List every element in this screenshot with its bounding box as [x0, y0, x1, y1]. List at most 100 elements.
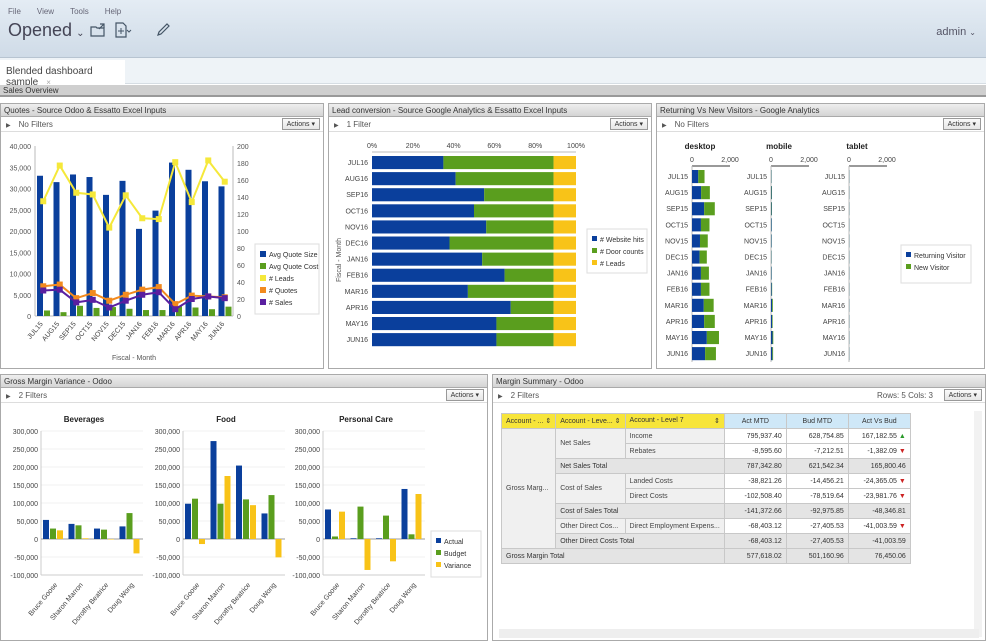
act-mtd-cell: -68,403.12 [724, 534, 786, 549]
y2-tick-label: 60 [237, 263, 245, 270]
filter-label[interactable]: 2 Filters [19, 391, 47, 400]
filter-label[interactable]: 1 Filter [347, 120, 371, 129]
y2-tick-label: 200 [237, 144, 249, 151]
bar-returning-visitor [771, 347, 772, 360]
act-mtd-cell: -102,508.40 [724, 489, 786, 504]
opened-dropdown[interactable]: Opened⌄ [8, 20, 84, 41]
column-header-account-level-7[interactable]: Account - Level 7 ⇕ [625, 414, 724, 429]
filter-label[interactable]: No Filters [19, 120, 53, 129]
bud-mtd-cell: 501,160.96 [786, 549, 848, 564]
vertical-scrollbar[interactable] [974, 411, 982, 637]
column-header-act-vs-bud[interactable]: Act Vs Bud [848, 414, 910, 429]
x-tick-label: 0 [690, 157, 694, 164]
column-header-account[interactable]: Account - ... ⇕ [502, 414, 556, 429]
bar-avg-quote-cost [226, 307, 232, 316]
expand-triangle-icon[interactable]: ▶ [498, 394, 503, 400]
filter-label[interactable]: 2 Filters [511, 391, 539, 400]
bar-avg-quote-cost [61, 312, 67, 316]
menu-view[interactable]: View [37, 7, 54, 16]
sort-icon[interactable]: ⇕ [615, 418, 621, 425]
x-tick-label: 60% [487, 143, 501, 150]
actions-button[interactable]: Actions ▾ [282, 118, 320, 130]
act-vs-bud-cell: -1,382.09 ▼ [848, 444, 910, 459]
trend-down-icon: ▼ [897, 523, 906, 530]
actions-button[interactable]: Actions ▾ [943, 118, 981, 130]
bar-new-visitor [772, 347, 773, 360]
bar-actual [262, 513, 268, 539]
menu-help[interactable]: Help [105, 7, 121, 16]
bar-variance [250, 505, 256, 539]
new-document-icon[interactable] [114, 22, 130, 38]
expand-triangle-icon[interactable]: ▶ [334, 123, 339, 129]
user-name: admin [936, 26, 966, 38]
bar--website-hits [372, 285, 468, 298]
y-tick-label: AUG15 [665, 190, 688, 197]
actions-button[interactable]: Actions ▾ [610, 118, 648, 130]
legend-swatch [260, 275, 266, 281]
tab-blended-dashboard[interactable]: Blended dashboard sample× [0, 60, 125, 84]
bar-variance [339, 512, 345, 539]
expand-triangle-icon[interactable]: ▶ [6, 123, 11, 129]
line-point [106, 298, 112, 304]
expand-triangle-icon[interactable]: ▶ [662, 123, 667, 129]
menu-tools[interactable]: Tools [70, 7, 89, 16]
row-group-gross-margin: Gross Marg... [502, 429, 556, 549]
y-tick-label: AUG15 [822, 190, 845, 197]
edit-pencil-icon[interactable] [155, 22, 171, 38]
y-tick-label: 150,000 [13, 483, 38, 490]
y-tick-label: OCT15 [822, 222, 845, 229]
actions-button[interactable]: Actions ▾ [446, 389, 484, 401]
legend-swatch [436, 538, 441, 543]
y-tick-label: JAN16 [824, 271, 845, 278]
menu-file[interactable]: File [8, 7, 21, 16]
row-level7-label: Landed Costs [625, 474, 724, 489]
bar-returning-visitor [692, 315, 704, 328]
bar-avg-quote-size [37, 176, 43, 316]
bar-budget [192, 499, 198, 539]
actions-button[interactable]: Actions ▾ [944, 389, 982, 401]
user-menu[interactable]: admin ⌄ [936, 26, 976, 38]
column-header-account-level[interactable]: Account - Leve... ⇕ [556, 414, 625, 429]
bar-returning-visitor [771, 315, 772, 328]
y-tick-label: 5,000 [13, 293, 31, 300]
y-tick-label: MAY16 [346, 321, 369, 328]
legend-label: # Leads [600, 261, 625, 268]
column-header-bud-mtd[interactable]: Bud MTD [786, 414, 848, 429]
filter-label[interactable]: No Filters [675, 120, 709, 129]
legend-swatch [436, 562, 441, 567]
actions-label: Actions [451, 392, 474, 399]
expand-triangle-icon[interactable]: ▶ [6, 394, 11, 400]
bar-avg-quote-cost [127, 309, 133, 316]
quotes-panel: Quotes - Source Odoo & Essatto Excel Inp… [0, 103, 324, 369]
line-point [40, 288, 46, 294]
table-row: Gross Marg...Net SalesIncome795,937.4062… [502, 429, 911, 444]
line-point [172, 159, 178, 165]
actions-label: Actions [615, 121, 638, 128]
panel-title-food: Food [216, 415, 236, 424]
y2-tick-label: 80 [237, 246, 245, 253]
horizontal-scrollbar[interactable] [499, 629, 979, 638]
act-mtd-cell: -141,372.66 [724, 504, 786, 519]
sort-icon[interactable]: ⇕ [714, 417, 720, 425]
sort-icon[interactable]: ⇕ [545, 418, 551, 425]
y-tick-label: SEP15 [823, 206, 845, 213]
line-point [222, 295, 228, 301]
bar-variance [225, 476, 231, 539]
open-folder-icon[interactable] [90, 22, 106, 38]
y-tick-label: 20,000 [10, 229, 32, 236]
y-tick-label: MAR16 [345, 289, 368, 296]
bar-actual [236, 466, 242, 539]
row-level2-label: Net Sales [556, 429, 625, 459]
legend-swatch [260, 263, 266, 269]
x-tick-label: 100% [567, 143, 585, 150]
y-tick-label: 50,000 [159, 519, 181, 526]
panel-title-beverages: Beverages [64, 415, 105, 424]
x-tick-label: 40% [447, 143, 461, 150]
y-tick-label: 0 [316, 537, 320, 544]
line-point [156, 216, 162, 222]
column-header-act-mtd[interactable]: Act MTD [724, 414, 786, 429]
y-tick-label: OCT16 [345, 208, 368, 215]
lead-conversion-chart: 0%20%40%60%80%100%JUL16AUG16SEP16OCT16NO… [329, 132, 651, 368]
line-point [139, 215, 145, 221]
actions-label: Actions [949, 392, 972, 399]
